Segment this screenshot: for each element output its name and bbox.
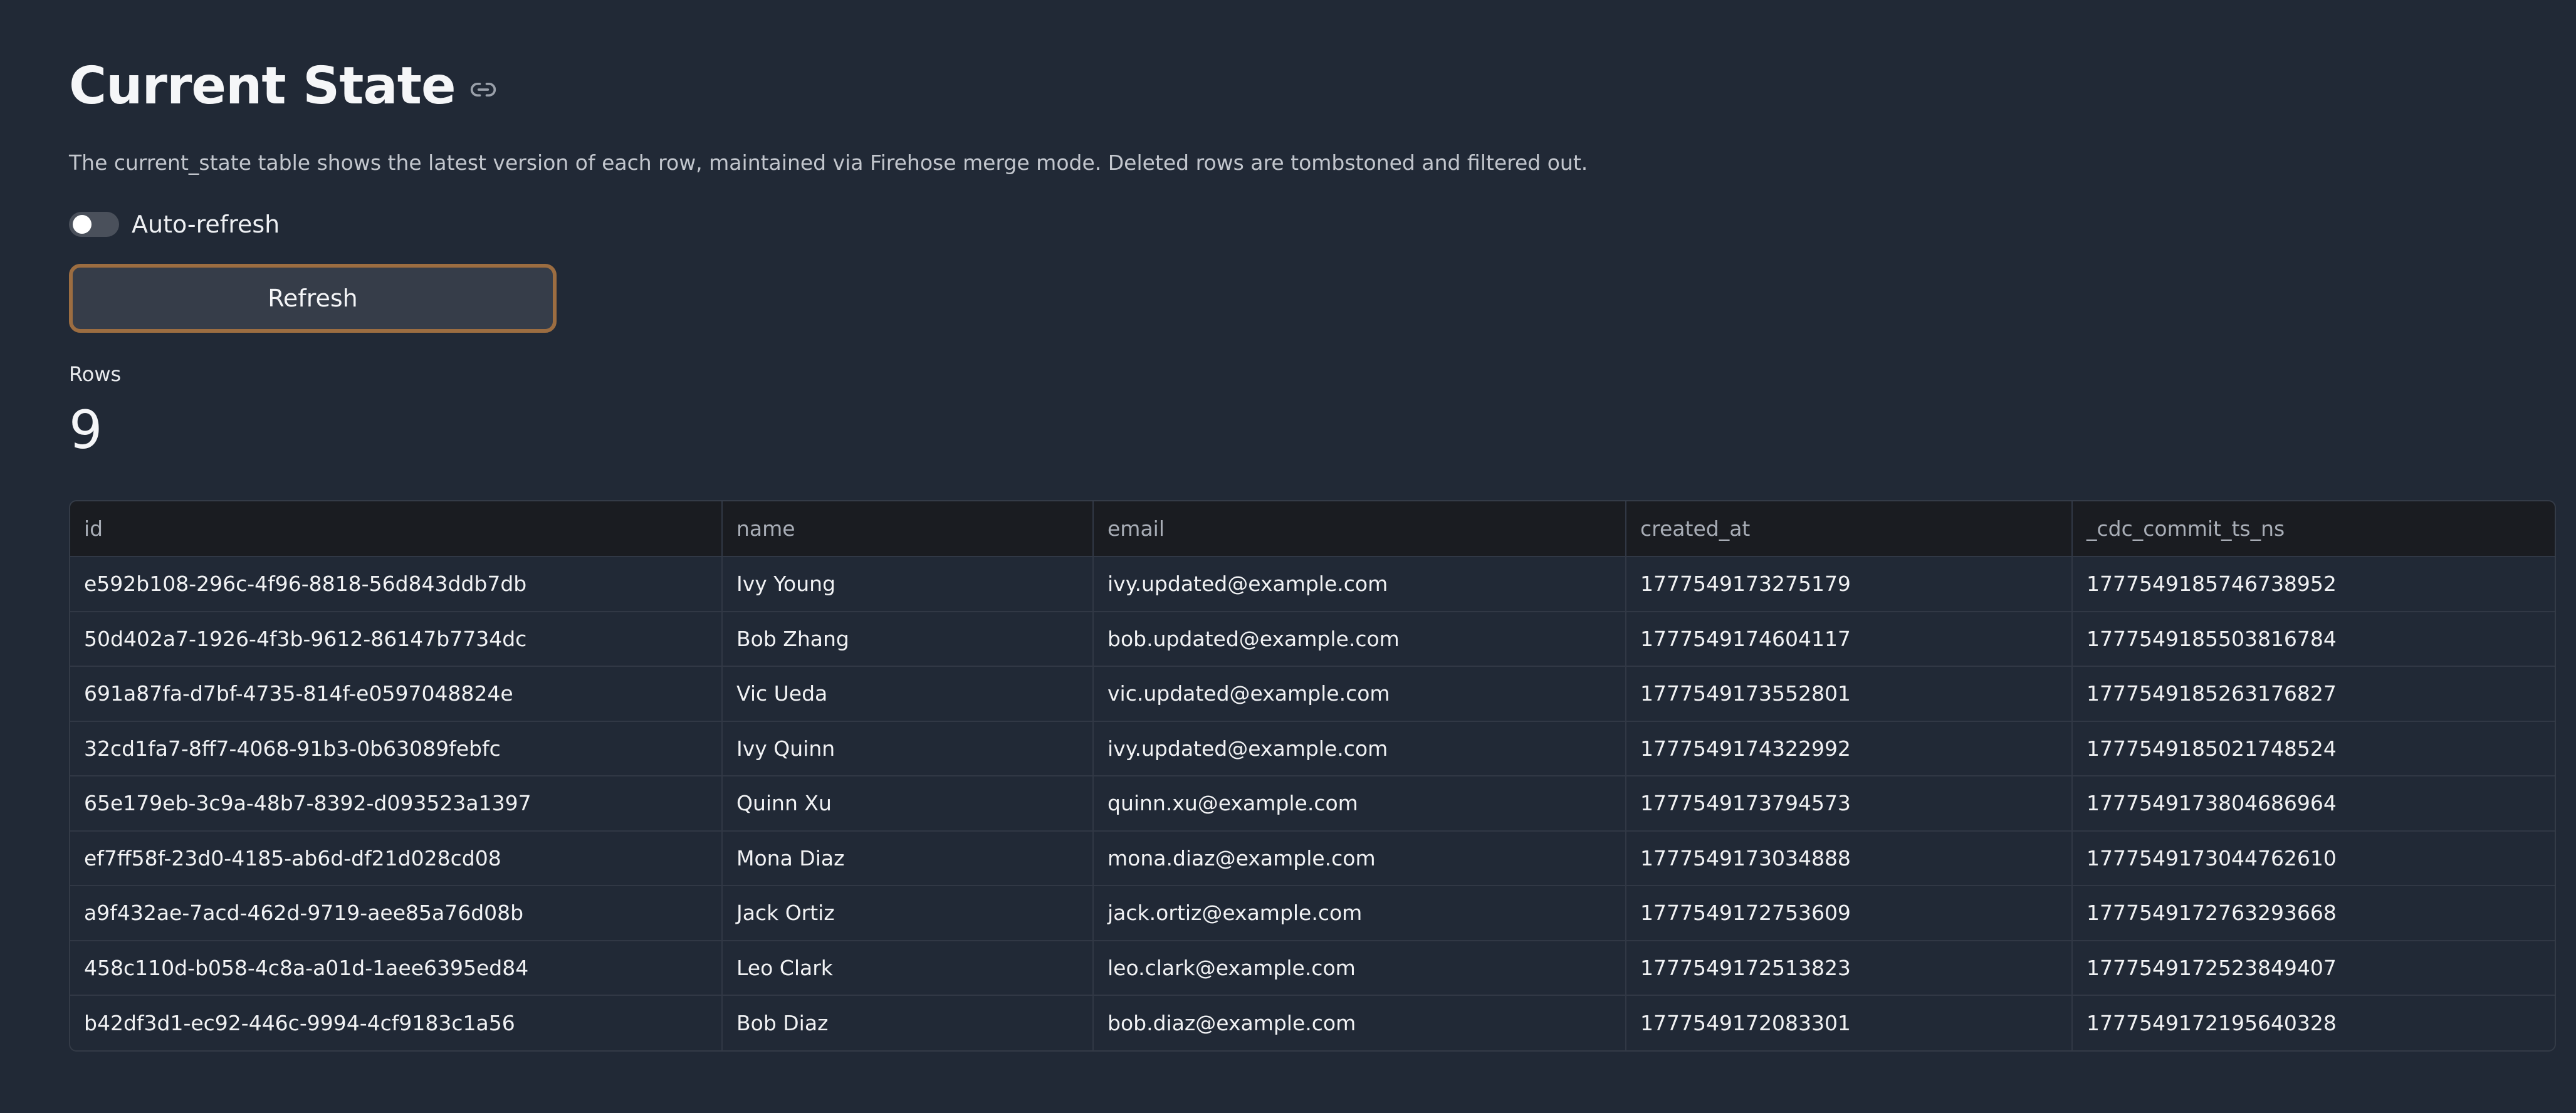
cell-created-at[interactable]: 1777549172513823	[1625, 940, 2072, 995]
table-row[interactable]: 691a87fa-d7bf-4735-814f-e0597048824e Vic…	[70, 666, 2555, 721]
table-header-row: id name email created_at _cdc_commit_ts_…	[70, 501, 2555, 556]
cell-email[interactable]: leo.clark@example.com	[1092, 940, 1626, 995]
auto-refresh-toggle[interactable]	[69, 212, 119, 237]
cell-id[interactable]: 691a87fa-d7bf-4735-814f-e0597048824e	[70, 666, 722, 721]
link-icon[interactable]	[469, 76, 497, 103]
table-row[interactable]: 65e179eb-3c9a-48b7-8392-d093523a1397 Qui…	[70, 776, 2555, 831]
table-row[interactable]: ef7ff58f-23d0-4185-ab6d-df21d028cd08 Mon…	[70, 830, 2555, 886]
cell-cdc-commit-ts[interactable]: 1777549185021748524	[2071, 721, 2555, 776]
cell-created-at[interactable]: 1777549174322992	[1625, 721, 2072, 776]
cell-name[interactable]: Vic Ueda	[721, 666, 1093, 721]
cell-cdc-commit-ts[interactable]: 1777549172523849407	[2071, 940, 2555, 995]
cell-id[interactable]: 32cd1fa7-8ff7-4068-91b3-0b63089febfc	[70, 721, 722, 776]
cell-email[interactable]: ivy.updated@example.com	[1092, 556, 1626, 612]
cell-email[interactable]: jack.ortiz@example.com	[1092, 886, 1626, 941]
table-row[interactable]: e592b108-296c-4f96-8818-56d843ddb7db Ivy…	[70, 556, 2555, 612]
cell-created-at[interactable]: 1777549174604117	[1625, 611, 2072, 666]
cell-email[interactable]: bob.updated@example.com	[1092, 611, 1626, 666]
cell-email[interactable]: ivy.updated@example.com	[1092, 721, 1626, 776]
cell-name[interactable]: Bob Diaz	[721, 995, 1093, 1050]
cell-id[interactable]: 458c110d-b058-4c8a-a01d-1aee6395ed84	[70, 941, 722, 996]
cell-created-at[interactable]: 1777549172753609	[1625, 886, 2072, 941]
cell-cdc-commit-ts[interactable]: 1777549172763293668	[2071, 886, 2555, 941]
cell-cdc-commit-ts[interactable]: 1777549172195640328	[2071, 995, 2555, 1050]
cell-id[interactable]: b42df3d1-ec92-446c-9994-4cf9183c1a56	[70, 995, 722, 1050]
table-row[interactable]: 50d402a7-1926-4f3b-9612-86147b7734dc Bob…	[70, 611, 2555, 667]
cell-name[interactable]: Ivy Young	[721, 556, 1093, 612]
table-row[interactable]: 32cd1fa7-8ff7-4068-91b3-0b63089febfc Ivy…	[70, 721, 2555, 776]
rows-metric-label: Rows	[69, 362, 122, 386]
cell-id[interactable]: ef7ff58f-23d0-4185-ab6d-df21d028cd08	[70, 831, 722, 886]
page-title: Current State	[69, 56, 456, 116]
cell-cdc-commit-ts[interactable]: 1777549185746738952	[2071, 556, 2555, 612]
table-row[interactable]: b42df3d1-ec92-446c-9994-4cf9183c1a56 Bob…	[70, 995, 2555, 1050]
toggle-knob	[73, 215, 92, 234]
cell-created-at[interactable]: 1777549172083301	[1625, 995, 2072, 1050]
refresh-button[interactable]: Refresh	[69, 264, 557, 333]
rows-metric-value: 9	[69, 399, 103, 461]
column-header-cdc-commit-ts[interactable]: _cdc_commit_ts_ns	[2071, 501, 2555, 556]
cell-name[interactable]: Quinn Xu	[721, 776, 1093, 831]
cell-cdc-commit-ts[interactable]: 1777549173804686964	[2071, 776, 2555, 831]
cell-created-at[interactable]: 1777549173034888	[1625, 830, 2072, 886]
cell-id[interactable]: e592b108-296c-4f96-8818-56d843ddb7db	[70, 556, 722, 612]
cell-cdc-commit-ts[interactable]: 1777549185503816784	[2071, 611, 2555, 666]
table-row[interactable]: a9f432ae-7acd-462d-9719-aee85a76d08b Jac…	[70, 886, 2555, 941]
title-row: Current State	[69, 51, 497, 122]
auto-refresh-label: Auto-refresh	[132, 211, 280, 238]
cell-created-at[interactable]: 1777549173275179	[1625, 556, 2072, 612]
cell-email[interactable]: quinn.xu@example.com	[1092, 776, 1626, 831]
cell-name[interactable]: Mona Diaz	[721, 830, 1093, 886]
cell-created-at[interactable]: 1777549173552801	[1625, 666, 2072, 721]
cell-id[interactable]: 50d402a7-1926-4f3b-9612-86147b7734dc	[70, 612, 722, 667]
column-header-name[interactable]: name	[721, 501, 1093, 556]
table-row[interactable]: 458c110d-b058-4c8a-a01d-1aee6395ed84 Leo…	[70, 940, 2555, 996]
cell-id[interactable]: a9f432ae-7acd-462d-9719-aee85a76d08b	[70, 886, 722, 941]
column-header-created-at[interactable]: created_at	[1625, 501, 2072, 556]
cell-name[interactable]: Bob Zhang	[721, 611, 1093, 666]
cell-email[interactable]: mona.diaz@example.com	[1092, 830, 1626, 886]
cell-cdc-commit-ts[interactable]: 1777549173044762610	[2071, 830, 2555, 886]
column-header-email[interactable]: email	[1092, 501, 1626, 556]
cell-email[interactable]: bob.diaz@example.com	[1092, 995, 1626, 1050]
cell-name[interactable]: Leo Clark	[721, 940, 1093, 995]
column-header-id[interactable]: id	[70, 501, 722, 556]
auto-refresh-row: Auto-refresh	[69, 207, 280, 242]
cell-name[interactable]: Ivy Quinn	[721, 721, 1093, 776]
current-state-table: id name email created_at _cdc_commit_ts_…	[69, 500, 2556, 1052]
page-description: The current_state table shows the latest…	[69, 150, 1588, 175]
cell-cdc-commit-ts[interactable]: 1777549185263176827	[2071, 666, 2555, 721]
cell-name[interactable]: Jack Ortiz	[721, 886, 1093, 941]
cell-created-at[interactable]: 1777549173794573	[1625, 776, 2072, 831]
cell-id[interactable]: 65e179eb-3c9a-48b7-8392-d093523a1397	[70, 776, 722, 831]
cell-email[interactable]: vic.updated@example.com	[1092, 666, 1626, 721]
